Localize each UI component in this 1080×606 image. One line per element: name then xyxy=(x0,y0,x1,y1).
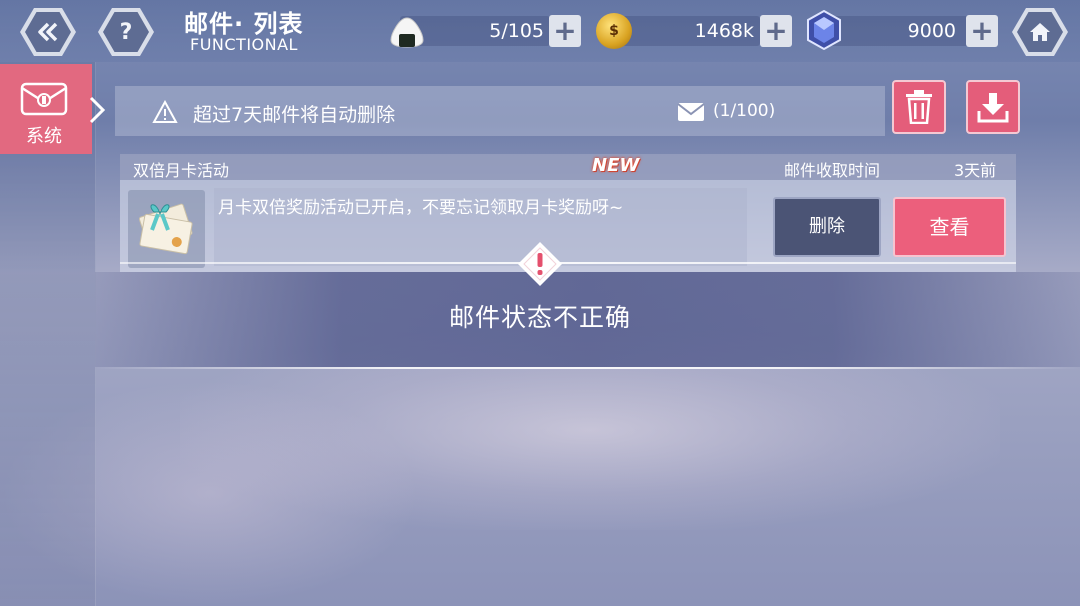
add-gems-button[interactable]: + xyxy=(966,15,998,47)
page-title: 邮件· 列表 xyxy=(184,10,304,38)
warning-icon xyxy=(152,100,178,123)
mail-title: 双倍月卡活动 xyxy=(133,161,230,180)
home-icon xyxy=(1017,12,1063,52)
toast-bottom-line xyxy=(95,367,1080,369)
mail-count: (1/100) xyxy=(713,101,776,121)
toast-top-line xyxy=(120,262,1016,264)
stamina-value: 5/105 xyxy=(489,20,544,42)
coins-value: 1468k xyxy=(694,20,754,42)
mail-message: 月卡双倍奖励活动已开启，不要忘记领取月卡奖励呀~ xyxy=(218,198,624,218)
trash-icon xyxy=(906,90,932,124)
gift-letter-icon xyxy=(138,203,193,255)
delete-all-button[interactable] xyxy=(892,80,946,134)
add-stamina-button[interactable]: + xyxy=(549,15,581,47)
gems-value: 9000 xyxy=(907,20,956,42)
coin-icon: $ xyxy=(596,13,632,49)
help-icon: ? xyxy=(103,12,149,52)
sidebar-item-label: 系统 xyxy=(26,126,62,147)
mail-item-header xyxy=(120,154,1016,180)
envelope-icon xyxy=(677,103,705,121)
double-chevron-left-icon xyxy=(25,12,71,52)
received-label: 邮件收取时间 xyxy=(784,161,881,180)
add-coins-button[interactable]: + xyxy=(760,15,792,47)
new-badge: NEW xyxy=(592,155,640,176)
collect-all-button[interactable] xyxy=(966,80,1020,134)
download-icon xyxy=(977,93,1009,123)
chevron-right-icon xyxy=(89,96,106,124)
view-mail-button[interactable]: 查看 xyxy=(893,197,1006,257)
mail-thumbnail xyxy=(128,190,205,268)
toast-message: 邮件状态不正确 xyxy=(448,303,631,332)
page-subtitle: FUNCTIONAL xyxy=(190,35,298,54)
system-mail-icon xyxy=(20,82,68,116)
notice-text: 超过7天邮件将自动删除 xyxy=(193,104,396,126)
warning-diamond-icon xyxy=(518,242,562,286)
delete-mail-button[interactable]: 删除 xyxy=(773,197,881,257)
crystal-icon xyxy=(807,10,841,50)
onigiri-icon xyxy=(390,17,424,48)
received-time: 3天前 xyxy=(954,161,997,180)
